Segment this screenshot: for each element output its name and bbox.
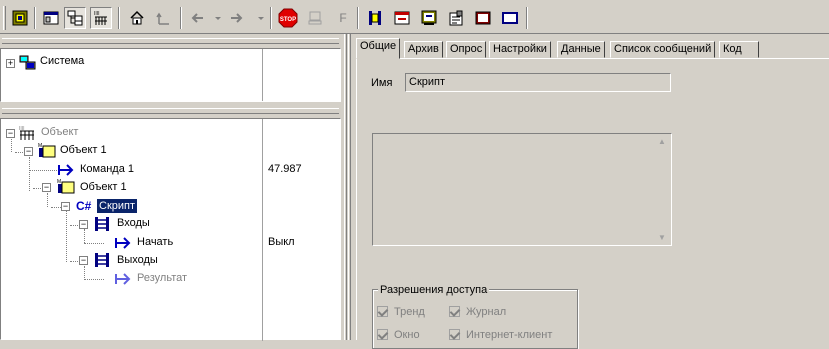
screen-icon[interactable] — [418, 7, 440, 29]
stop-label: STOP — [280, 17, 296, 23]
collapse-toggle[interactable]: − — [42, 183, 51, 192]
command1-value: 47.987 — [268, 163, 302, 175]
scroll-down-icon[interactable]: ▼ — [658, 233, 666, 242]
collapse-toggle[interactable]: − — [61, 202, 70, 211]
toolbar-separator — [34, 7, 36, 29]
window-checkbox[interactable] — [377, 329, 388, 340]
toolbar-separator — [526, 7, 528, 29]
internet-client-checkbox[interactable] — [449, 329, 460, 340]
name-field-value: Скрипт — [409, 76, 446, 88]
system-icon — [19, 55, 37, 74]
output-arrow-icon — [115, 271, 133, 290]
object-root-icon: IIII — [18, 125, 38, 144]
back-arrow-icon[interactable] — [186, 7, 208, 29]
back-dropdown[interactable] — [215, 17, 221, 20]
toolbar-separator — [118, 7, 120, 29]
tab-archive[interactable]: Архив — [404, 41, 443, 58]
toolbar-bottom-border — [0, 33, 829, 34]
inputs-icon — [94, 216, 112, 235]
tree-view-icon[interactable] — [64, 7, 86, 29]
tab-message-list[interactable]: Список сообщений — [610, 41, 716, 58]
object-folder-icon: M — [37, 142, 57, 161]
tab-page-general: Имя Скрипт ▲ ▼ Разрешения доступа Тренд … — [356, 58, 829, 349]
expand-toggle[interactable]: + — [6, 59, 15, 68]
tab-poll[interactable]: Опрос — [446, 41, 487, 58]
window-label: Окно — [394, 329, 420, 341]
tab-data[interactable]: Данные — [557, 41, 605, 58]
stop-icon[interactable]: STOP — [277, 7, 299, 29]
name-label: Имя — [371, 77, 393, 89]
object-tree-panel: − IIII Объект − M Объект 1 Команда 1 47.… — [0, 118, 341, 341]
name-field[interactable]: Скрипт — [405, 73, 671, 92]
object-icon[interactable] — [9, 7, 31, 29]
description-field[interactable]: ▲ ▼ — [372, 133, 672, 246]
collapse-toggle[interactable]: − — [79, 256, 88, 265]
tab-code[interactable]: Код — [719, 41, 759, 58]
rectangle-icon[interactable] — [499, 7, 521, 29]
outputs-icon — [94, 252, 112, 271]
forward-dropdown[interactable] — [258, 17, 264, 20]
vertical-splitter[interactable] — [341, 34, 353, 340]
tab-general[interactable]: Общие — [356, 38, 401, 59]
scroll-up-icon[interactable]: ▲ — [658, 137, 666, 146]
trend-checkbox[interactable] — [377, 306, 388, 317]
tree-node-object1[interactable]: Объект 1 — [60, 144, 107, 156]
trend-label: Тренд — [394, 306, 425, 318]
properties-icon[interactable] — [445, 7, 467, 29]
journal-checkbox[interactable] — [449, 306, 460, 317]
collapse-toggle[interactable]: − — [6, 129, 15, 138]
system-pane-grip[interactable] — [2, 38, 339, 44]
book-icon[interactable] — [472, 7, 494, 29]
journal-label: Журнал — [466, 306, 507, 318]
tab-settings[interactable]: Настройки — [489, 41, 551, 58]
toolbar: IIII STOP F — [0, 0, 829, 34]
object-tag-icon[interactable]: IIII — [90, 7, 112, 29]
function-icon[interactable]: F — [332, 7, 354, 29]
home-icon[interactable] — [126, 7, 148, 29]
toolbar-separator — [180, 7, 182, 29]
toolbar-separator — [357, 7, 359, 29]
access-group-title: Разрешения доступа — [378, 284, 490, 296]
system-tree-label[interactable]: Система — [40, 55, 84, 67]
input-arrow-icon — [115, 235, 133, 254]
tree-node-object1-nested[interactable]: Объект 1 — [80, 181, 127, 193]
window-icon[interactable] — [40, 7, 62, 29]
tree-node-command1[interactable]: Команда 1 — [80, 163, 134, 175]
system-tree-panel: + Система — [0, 48, 341, 102]
column-divider — [262, 49, 263, 101]
tree-node-inputs[interactable]: Входы — [117, 217, 150, 229]
toolbar-grip[interactable] — [3, 6, 6, 30]
tree-node-result[interactable]: Результат — [137, 272, 187, 284]
object-pane-grip[interactable] — [2, 108, 339, 114]
forward-arrow-icon[interactable] — [226, 7, 248, 29]
form-icon[interactable] — [391, 7, 413, 29]
object-folder-icon: M — [56, 178, 76, 197]
computer-icon[interactable] — [304, 7, 326, 29]
svg-text:IIII: IIII — [94, 11, 100, 17]
tree-node-start[interactable]: Начать — [137, 236, 173, 248]
script-icon: C# — [76, 199, 92, 213]
column-divider — [262, 119, 263, 341]
toolbar-separator — [270, 7, 272, 29]
tree-node-root[interactable]: Объект — [41, 126, 78, 138]
tree-node-outputs[interactable]: Выходы — [117, 254, 158, 266]
collapse-toggle[interactable]: − — [79, 220, 88, 229]
collapse-toggle[interactable]: − — [24, 147, 33, 156]
tree-node-script[interactable]: Скрипт — [97, 199, 138, 213]
object-tool-icon[interactable] — [364, 7, 386, 29]
start-value: Выкл — [268, 236, 295, 248]
up-level-icon[interactable] — [152, 7, 174, 29]
internet-client-label: Интернет-клиент — [466, 329, 553, 341]
